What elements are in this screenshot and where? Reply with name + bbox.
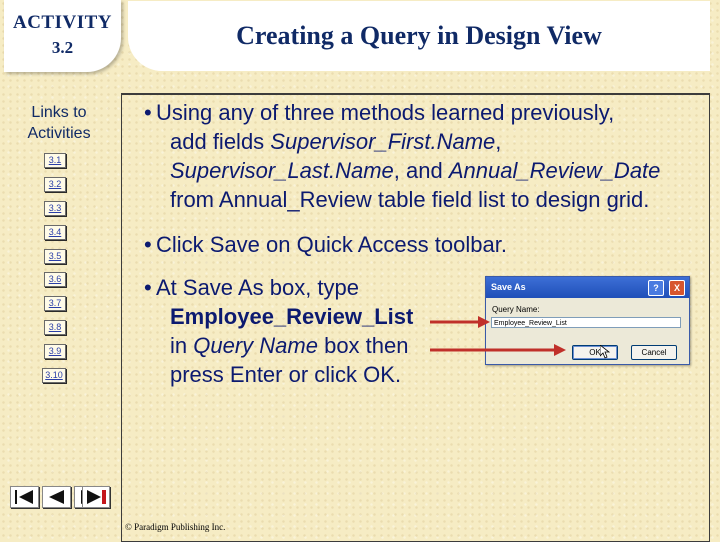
last-slide-button[interactable] (82, 486, 110, 508)
bullet1-seg1: add fields (170, 129, 271, 154)
field-supervisor-first-name: Supervisor_First.Name (270, 129, 496, 154)
query-name-value: Employee_Review_List (170, 304, 414, 329)
activity-link-3-9[interactable]: 3.9 (44, 344, 66, 359)
copyright: © Paradigm Publishing Inc. (125, 522, 226, 532)
bullet3-line1: At Save As box, type (156, 275, 360, 300)
save-as-dialog: Save As ? X Query Name: Employee_Review_… (485, 276, 690, 365)
dialog-titlebar: Save As ? X (486, 277, 689, 298)
title-box: Creating a Query in Design View (128, 1, 710, 71)
activity-link-3-6[interactable]: 3.6 (44, 272, 66, 287)
bullet3-in: in (170, 333, 194, 358)
bullet1-seg3: , and (393, 158, 449, 183)
field-supervisor-last-name: Supervisor_Last.Name (170, 158, 394, 183)
activity-link-3-1[interactable]: 3.1 (44, 153, 66, 168)
bullet3-query-name: Query Name (193, 333, 318, 358)
links-heading: Links to Activities (27, 104, 91, 142)
activity-label: ACTIVITY (12, 12, 113, 33)
activity-link-3-10[interactable]: 3.10 (42, 368, 66, 383)
activity-link-3-7[interactable]: 3.7 (44, 296, 66, 311)
bullet-click-save: • Click Save on Quick Access toolbar. (144, 232, 507, 257)
cancel-button[interactable]: Cancel (631, 345, 677, 360)
first-icon (15, 490, 33, 504)
activity-number: 3.2 (51, 38, 74, 57)
ok-button[interactable]: OK (572, 345, 618, 360)
activity-link-3-4[interactable]: 3.4 (44, 225, 66, 240)
bullet-add-fields: • Using any of three methods learned prev… (144, 100, 661, 212)
bullet1-seg4: from Annual_Review table field list to d… (170, 187, 650, 212)
bullet-save-as: • At Save As box, type Employee_Review_Li… (144, 275, 414, 387)
query-name-input[interactable]: Employee_Review_List (491, 317, 681, 328)
activity-badge: ACTIVITY 3.2 (4, 0, 121, 72)
last-icon (87, 490, 106, 504)
dialog-title: Save As (491, 282, 526, 292)
activity-link-3-8[interactable]: 3.8 (44, 320, 66, 335)
previous-icon (49, 490, 64, 504)
bullet1-line1: Using any of three methods learned previ… (156, 100, 615, 125)
mouse-cursor-icon (600, 345, 610, 359)
bullet1-seg2: , (495, 129, 502, 154)
query-name-label: Query Name: (492, 305, 540, 314)
previous-slide-button[interactable] (42, 486, 71, 508)
close-button[interactable]: X (669, 280, 685, 296)
activity-link-3-3[interactable]: 3.3 (44, 201, 66, 216)
help-button[interactable]: ? (648, 280, 664, 296)
activity-link-3-5[interactable]: 3.5 (44, 249, 66, 264)
page-title: Creating a Query in Design View (236, 21, 602, 50)
bullet3-last: press Enter or click OK. (170, 362, 402, 387)
first-slide-button[interactable] (10, 486, 39, 508)
activity-link-3-2[interactable]: 3.2 (44, 177, 66, 192)
bullet3-after: box then (317, 333, 409, 358)
bullet2-text: Click Save on Quick Access toolbar. (156, 232, 507, 257)
field-annual-review-date: Annual_Review_Date (448, 158, 661, 183)
